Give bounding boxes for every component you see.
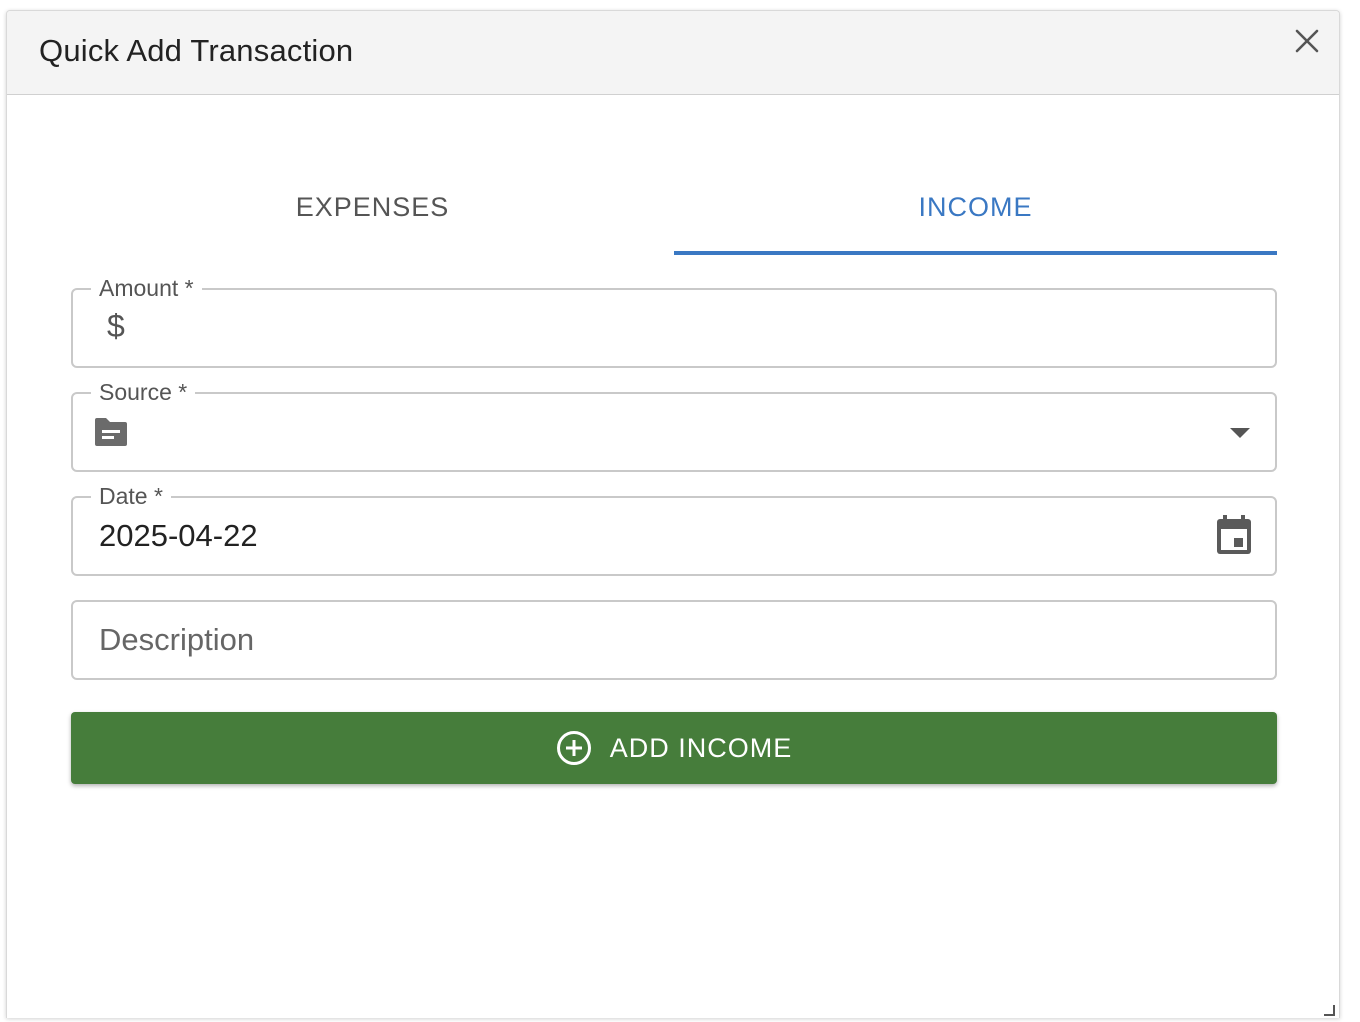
amount-label: Amount * — [91, 273, 202, 303]
tab-indicator — [674, 251, 1277, 255]
date-value: 2025-04-22 — [99, 518, 258, 553]
close-icon — [1295, 29, 1319, 53]
source-select[interactable]: Source * — [71, 377, 1277, 472]
tab-expenses[interactable]: EXPENSES — [71, 161, 674, 255]
arrow-drop-down-icon[interactable] — [1229, 426, 1251, 444]
folder-icon — [93, 416, 129, 453]
date-label: Date * — [91, 481, 171, 511]
dollar-prefix: $ — [107, 308, 125, 344]
description-field[interactable] — [71, 600, 1277, 680]
add-circle-icon — [556, 731, 591, 765]
dialog-title: Quick Add Transaction — [39, 33, 354, 68]
dialog-header: Quick Add Transaction — [7, 11, 1339, 95]
add-income-label: ADD INCOME — [609, 732, 793, 763]
tab-income[interactable]: INCOME — [674, 161, 1277, 255]
resize-handle[interactable] — [1322, 1003, 1336, 1017]
calendar-icon[interactable] — [1215, 514, 1253, 561]
add-income-button[interactable]: ADD INCOME — [71, 712, 1277, 784]
close-button[interactable] — [1291, 25, 1323, 57]
source-label: Source * — [91, 377, 196, 407]
description-input[interactable] — [99, 622, 1199, 658]
date-field[interactable]: Date * 2025-04-22 — [71, 481, 1277, 576]
quick-add-dialog: Quick Add Transaction EXPENSES INCOME Am… — [6, 10, 1340, 1018]
amount-field[interactable]: Amount * $ — [71, 273, 1277, 368]
transaction-type-tabs: EXPENSES INCOME — [71, 161, 1277, 255]
